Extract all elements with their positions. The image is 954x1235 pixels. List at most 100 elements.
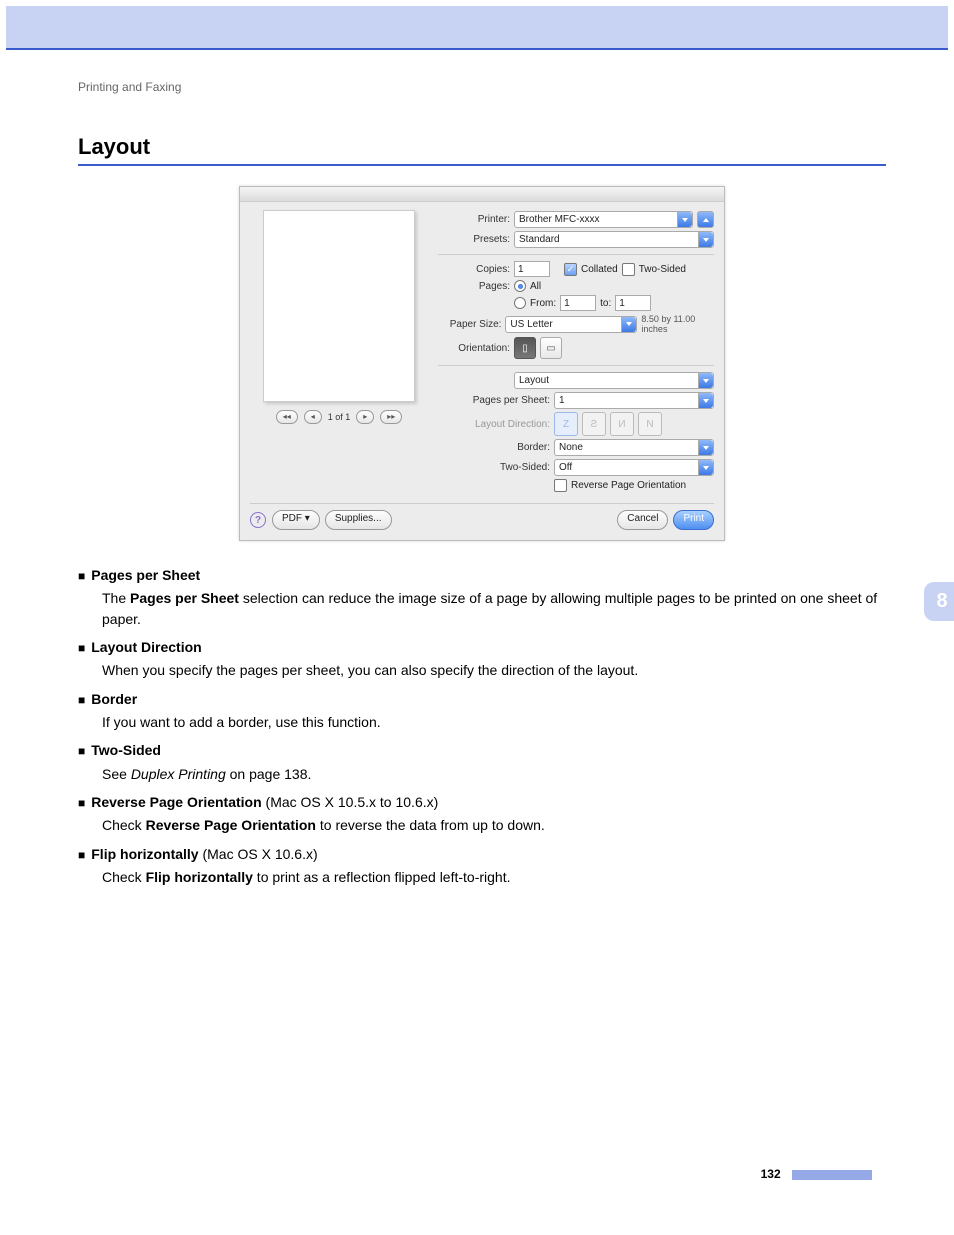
- page-footer: 132: [78, 1167, 886, 1201]
- preview-next-button[interactable]: ▸: [356, 410, 374, 424]
- pdf-button[interactable]: PDF ▾: [272, 510, 320, 530]
- item-desc: Check Flip horizontally to print as a re…: [102, 867, 886, 887]
- layout-direction-2[interactable]: Ƨ: [582, 412, 606, 436]
- layout-direction-4[interactable]: N: [638, 412, 662, 436]
- pages-all-label: All: [530, 281, 541, 292]
- preview-prev-button[interactable]: ◂: [304, 410, 322, 424]
- dropdown-arrow-icon: [698, 440, 713, 455]
- pages-to-input[interactable]: 1: [615, 295, 651, 311]
- preview-last-button[interactable]: ▸▸: [380, 410, 402, 424]
- pages-from-input[interactable]: 1: [560, 295, 596, 311]
- orientation-portrait-button[interactable]: ▯: [514, 337, 536, 359]
- preview-page-indicator: 1 of 1: [328, 412, 351, 422]
- layout-direction-3[interactable]: И: [610, 412, 634, 436]
- pages-from-label: From:: [530, 298, 556, 309]
- item-desc: When you specify the pages per sheet, yo…: [102, 660, 886, 680]
- collated-label: Collated: [581, 264, 618, 275]
- reverse-orientation-label: Reverse Page Orientation: [571, 480, 686, 491]
- preview-first-button[interactable]: ◂◂: [276, 410, 298, 424]
- help-icon[interactable]: ?: [250, 512, 266, 528]
- cancel-button[interactable]: Cancel: [617, 510, 668, 530]
- dropdown-arrow-icon: [698, 460, 713, 475]
- print-preview-column: ◂◂ ◂ 1 of 1 ▸ ▸▸: [250, 208, 428, 495]
- pages-per-sheet-select[interactable]: 1: [554, 392, 714, 409]
- copies-label: Copies:: [438, 264, 510, 275]
- presets-select[interactable]: Standard: [514, 231, 714, 248]
- dropdown-arrow-icon: [698, 373, 713, 388]
- printer-value: Brother MFC-xxxx: [519, 214, 600, 225]
- list-item: ■ Pages per Sheet: [78, 565, 886, 585]
- supplies-button[interactable]: Supplies...: [325, 510, 392, 530]
- pages-to-label: to:: [600, 298, 611, 309]
- printer-label: Printer:: [438, 214, 510, 225]
- chapter-tab: 8: [924, 582, 954, 621]
- presets-label: Presets:: [438, 234, 510, 245]
- border-select[interactable]: None: [554, 439, 714, 456]
- item-desc: Check Reverse Page Orientation to revers…: [102, 815, 886, 835]
- printer-status-button[interactable]: [697, 211, 714, 228]
- dropdown-arrow-icon: [698, 393, 713, 408]
- print-button[interactable]: Print: [673, 510, 714, 530]
- two-sided-value: Off: [559, 462, 572, 473]
- top-decorative-band: [6, 6, 948, 48]
- layout-direction-label: Layout Direction:: [438, 419, 550, 430]
- item-title: Reverse Page Orientation: [91, 794, 261, 810]
- bullet-icon: ■: [78, 640, 85, 657]
- orientation-landscape-button[interactable]: ▭: [540, 337, 562, 359]
- pages-all-radio[interactable]: [514, 280, 526, 292]
- item-desc: See Duplex Printing on page 138.: [102, 764, 886, 784]
- list-item: ■ Flip horizontally (Mac OS X 10.6.x): [78, 844, 886, 864]
- item-title: Two-Sided: [91, 740, 161, 760]
- dropdown-arrow-icon: [698, 232, 713, 247]
- paper-size-hint: 8.50 by 11.00 inches: [641, 314, 714, 334]
- dialog-titlebar: [240, 187, 724, 202]
- bullet-icon: ■: [78, 795, 85, 812]
- border-value: None: [559, 442, 583, 453]
- bullet-icon: ■: [78, 692, 85, 709]
- bullet-icon: ■: [78, 743, 85, 760]
- print-dialog: ◂◂ ◂ 1 of 1 ▸ ▸▸ Printer: Brother MFC-xx: [239, 186, 725, 541]
- running-head: Printing and Faxing: [78, 80, 886, 94]
- two-sided-select-label: Two-Sided:: [438, 462, 550, 473]
- footer-bar-icon: [792, 1170, 872, 1180]
- list-item: ■ Two-Sided: [78, 740, 886, 760]
- dropdown-arrow-icon: [677, 212, 692, 227]
- item-desc: If you want to add a border, use this fu…: [102, 712, 886, 732]
- page-number: 132: [761, 1167, 781, 1181]
- paper-size-select[interactable]: US Letter: [505, 316, 637, 333]
- copies-input[interactable]: 1: [514, 261, 550, 277]
- pages-per-sheet-label: Pages per Sheet:: [438, 395, 550, 406]
- section-title: Layout: [78, 134, 886, 160]
- print-preview-page: [263, 210, 415, 402]
- layout-direction-1[interactable]: Z: [554, 412, 578, 436]
- pages-per-sheet-value: 1: [559, 395, 565, 406]
- orientation-label: Orientation:: [438, 343, 510, 354]
- panel-select[interactable]: Layout: [514, 372, 714, 389]
- printer-select[interactable]: Brother MFC-xxxx: [514, 211, 693, 228]
- item-title: Border: [91, 689, 137, 709]
- separator: [438, 254, 714, 255]
- two-sided-checkbox-label: Two-Sided: [639, 264, 686, 275]
- list-item: ■ Border: [78, 689, 886, 709]
- bullet-icon: ■: [78, 568, 85, 585]
- print-options-column: Printer: Brother MFC-xxxx Presets: Stand…: [438, 208, 714, 495]
- two-sided-select[interactable]: Off: [554, 459, 714, 476]
- two-sided-checkbox[interactable]: [622, 263, 635, 276]
- pages-label: Pages:: [438, 281, 510, 292]
- paper-size-value: US Letter: [510, 319, 552, 330]
- item-title: Layout Direction: [91, 637, 201, 657]
- presets-value: Standard: [519, 234, 560, 245]
- collated-checkbox[interactable]: [564, 263, 577, 276]
- list-item: ■ Reverse Page Orientation (Mac OS X 10.…: [78, 792, 886, 812]
- paper-size-label: Paper Size:: [438, 319, 501, 330]
- list-item: ■ Layout Direction: [78, 637, 886, 657]
- panel-select-value: Layout: [519, 375, 549, 386]
- reverse-orientation-checkbox[interactable]: [554, 479, 567, 492]
- item-title: Flip horizontally: [91, 846, 198, 862]
- separator: [438, 365, 714, 366]
- pages-range-radio[interactable]: [514, 297, 526, 309]
- item-desc: The Pages per Sheet selection can reduce…: [102, 588, 886, 629]
- print-dialog-screenshot: ◂◂ ◂ 1 of 1 ▸ ▸▸ Printer: Brother MFC-xx: [78, 186, 886, 541]
- section-title-rule: [78, 164, 886, 166]
- item-title: Pages per Sheet: [91, 565, 200, 585]
